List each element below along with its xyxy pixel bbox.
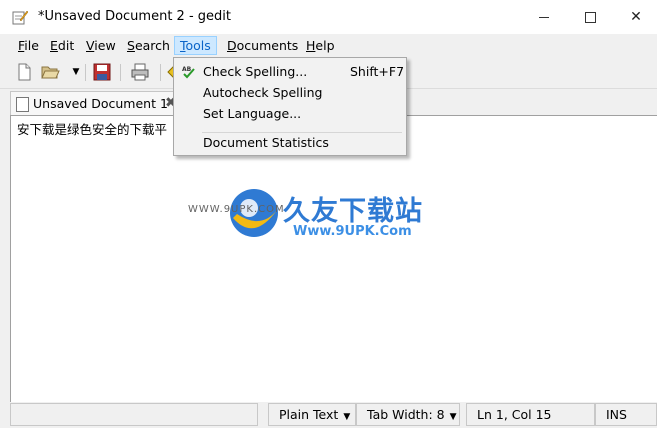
print-icon[interactable] <box>130 62 150 82</box>
tab-width-selector[interactable]: Tab Width: 8 ▼ <box>356 403 460 426</box>
menu-view[interactable]: View <box>81 36 121 55</box>
toolbar-separator <box>120 64 121 81</box>
menu-tools[interactable]: Tools <box>174 36 217 55</box>
menu-documents-label: ocuments <box>236 38 299 53</box>
status-message <box>10 403 258 426</box>
spellcheck-icon: AB <box>182 66 195 79</box>
menu-file[interactable]: File <box>13 36 44 55</box>
minimize-icon <box>539 17 549 18</box>
watermark-brand: 久友下载站 <box>283 196 423 227</box>
chevron-down-icon: ▼ <box>449 412 457 422</box>
editor-content: 安下载是绿色安全的下载平 <box>17 122 168 137</box>
toolbar-separator <box>160 64 161 81</box>
menu-help[interactable]: Help <box>301 36 340 55</box>
menu-documents-mnemonic: D <box>227 38 237 53</box>
cursor-position: Ln 1, Col 15 <box>466 403 595 426</box>
chevron-down-icon: ▼ <box>343 412 351 422</box>
tools-menu-dropdown: AB Check Spelling... Shift+F7 Autocheck … <box>173 57 407 156</box>
open-folder-icon[interactable] <box>40 62 60 82</box>
language-label: Plain Text <box>279 407 339 422</box>
menu-help-label: elp <box>315 38 335 53</box>
watermark-small-url: WWW.9UPK.COM <box>188 204 285 215</box>
new-document-icon[interactable] <box>14 62 34 82</box>
menu-file-label: ile <box>24 38 39 53</box>
status-bar: Plain Text ▼ Tab Width: 8 ▼ Ln 1, Col 15 I… <box>0 402 657 428</box>
menu-bar: File Edit View Search Tools Documents He… <box>0 34 657 57</box>
watermark-url: Www.9UPK.Com <box>293 224 412 239</box>
close-button[interactable]: ✕ <box>613 0 657 34</box>
set-language-label: Set Language... <box>203 106 302 121</box>
cursor-position-label: Ln 1, Col 15 <box>477 407 552 422</box>
menu-item-check-spelling[interactable]: AB Check Spelling... Shift+F7 <box>175 61 405 82</box>
check-spelling-label: Check Spelling... <box>203 64 308 79</box>
maximize-icon <box>584 11 596 23</box>
toolbar-separator <box>85 64 86 81</box>
maximize-button[interactable] <box>567 0 613 34</box>
text-editor[interactable]: 安下载是绿色安全的下载平 <box>10 115 657 404</box>
autocheck-spelling-label: Autocheck Spelling <box>203 85 323 100</box>
menu-item-document-statistics[interactable]: Document Statistics <box>175 132 405 153</box>
tab-unsaved-document-1[interactable]: Unsaved Document 1 ✖ <box>10 91 192 116</box>
menu-edit-label: dit <box>57 38 75 53</box>
title-bar: *Unsaved Document 2 - gedit ✕ <box>0 0 657 34</box>
insert-mode-label: INS <box>606 407 627 422</box>
tab-width-label: Tab Width: 8 <box>367 407 445 422</box>
window-title: *Unsaved Document 2 - gedit <box>38 9 231 24</box>
insert-mode-indicator: INS <box>595 403 657 426</box>
menu-view-label: iew <box>94 38 116 53</box>
tab-label: Unsaved Document 1 <box>33 96 168 111</box>
menu-search[interactable]: Search <box>122 36 175 55</box>
close-icon: ✕ <box>630 9 642 25</box>
menu-tools-label: ools <box>185 38 211 53</box>
watermark: WWW.9UPK.COM 久友下载站 Www.9UPK.Com <box>188 184 450 254</box>
menu-item-autocheck-spelling[interactable]: Autocheck Spelling <box>175 82 405 103</box>
menu-edit-mnemonic: E <box>50 38 58 53</box>
gedit-window: *Unsaved Document 2 - gedit ✕ File Edit … <box>0 0 657 428</box>
document-icon <box>16 97 29 112</box>
gedit-app-icon <box>12 10 28 25</box>
menu-search-mnemonic: S <box>127 38 135 53</box>
check-spelling-shortcut: Shift+F7 <box>350 64 405 79</box>
minimize-button[interactable] <box>521 0 567 34</box>
menu-edit[interactable]: Edit <box>45 36 79 55</box>
save-icon[interactable] <box>92 62 112 82</box>
menu-search-label: earch <box>134 38 170 53</box>
menu-help-mnemonic: H <box>306 38 316 53</box>
document-statistics-label: Document Statistics <box>203 135 329 150</box>
menu-documents[interactable]: Documents <box>222 36 303 55</box>
language-selector[interactable]: Plain Text ▼ <box>268 403 356 426</box>
menu-item-set-language[interactable]: Set Language... <box>175 103 405 124</box>
open-recent-chevron-down-icon[interactable]: ▼ <box>66 62 86 82</box>
